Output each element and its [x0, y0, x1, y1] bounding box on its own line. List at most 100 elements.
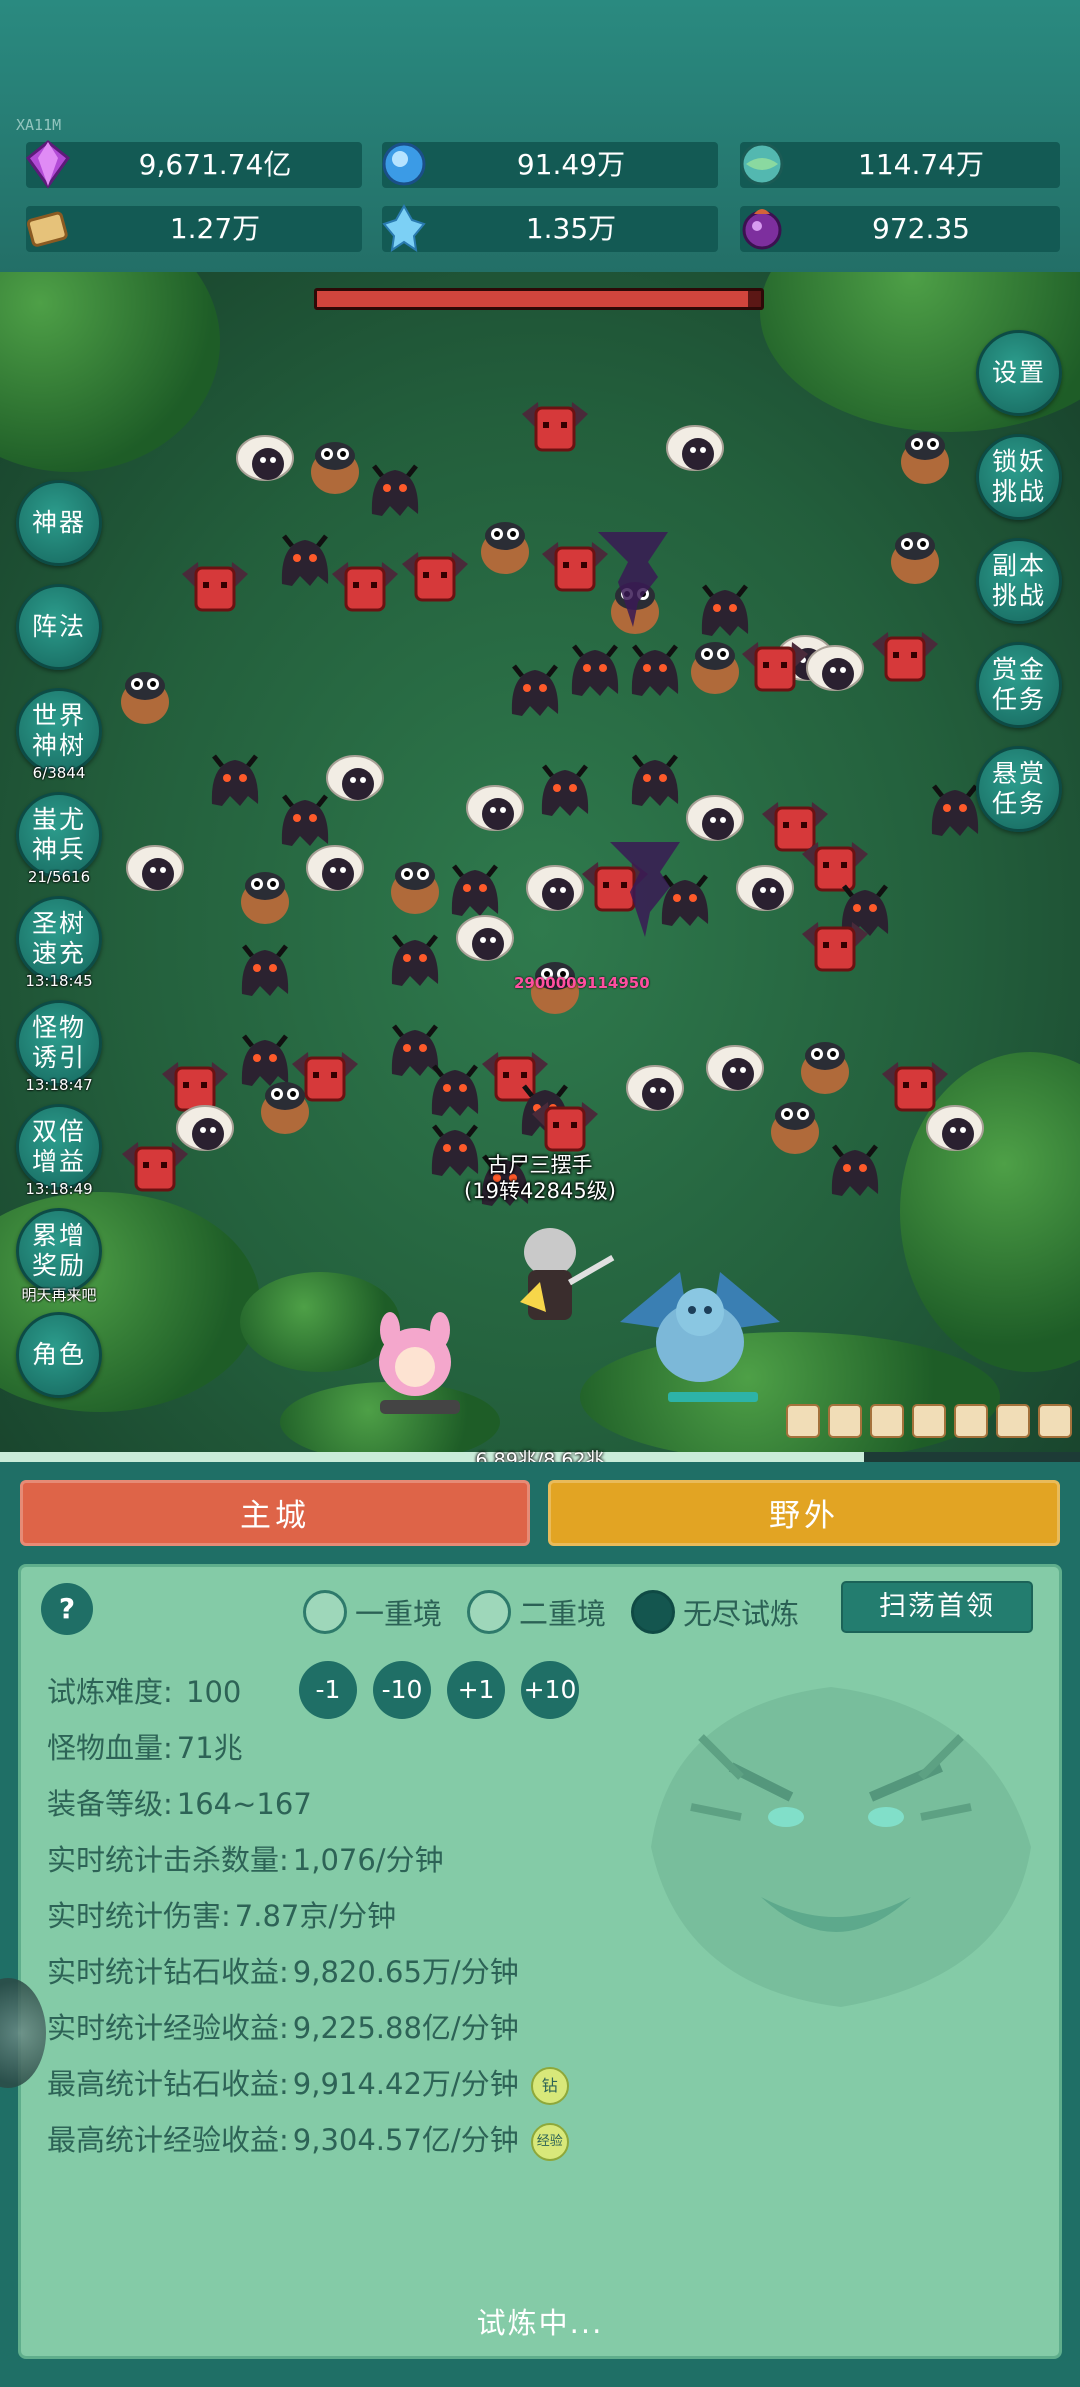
trial-status: 试炼中...: [476, 2306, 604, 2340]
left-button-0[interactable]: 神器: [16, 480, 102, 566]
skill-icon[interactable]: [828, 1404, 862, 1438]
resource-value: 91.49万: [516, 148, 626, 181]
dark-horned-ghost-monster: [211, 754, 259, 806]
dark-vortex-effect: [610, 842, 680, 937]
mode-radio-2[interactable]: 二重境: [467, 1589, 606, 1635]
button-label: 设置: [991, 358, 1046, 387]
blue-gem-icon: [382, 142, 426, 186]
character-name: 古尸三摆手 (19转42845级): [420, 1152, 660, 1204]
tiger-watermark-image: [651, 1687, 1031, 2007]
stat-value: 9,820.65万/分钟: [292, 1955, 519, 1989]
difficulty-label: 试炼难度:: [47, 1675, 173, 1709]
red-cube-bat-monster: [332, 562, 398, 612]
stat-value: 1,076/分钟: [292, 1843, 444, 1877]
stat-label: 实时统计钻石收益:: [47, 1955, 289, 1989]
stat-row: 怪物血量: 71兆: [47, 1725, 243, 1767]
left-button-8[interactable]: 角色: [16, 1312, 102, 1398]
white-sheep-monster: [626, 1065, 684, 1111]
white-sheep-monster: [176, 1105, 234, 1151]
stat-row: 最高统计经验收益: 9,304.57亿/分钟 经验: [47, 2117, 569, 2161]
dark-horned-ghost-monster: [391, 934, 439, 986]
scroll-icon: [26, 211, 68, 247]
mode-radio-3[interactable]: 无尽试炼: [631, 1589, 799, 1635]
stat-label: 最高统计钻石收益:: [47, 2067, 289, 2101]
button-subtext: 13:18:45: [25, 972, 93, 990]
right-button-3[interactable]: 赏金任务: [976, 642, 1062, 728]
lower-panel: 主城 野外 ? 一重境 二重境 无尽试炼 扫荡首领 试炼难度: 100 -1 -…: [0, 1462, 1080, 2387]
dark-horned-ghost-monster: [831, 1144, 879, 1196]
right-button-4[interactable]: 悬赏任务: [976, 746, 1062, 832]
white-sheep-monster: [666, 425, 724, 471]
diamond-badge-icon: 钻: [530, 2067, 569, 2105]
button-label: 锁妖挑战: [991, 447, 1046, 506]
left-button-5[interactable]: 怪物诱引: [16, 1000, 102, 1086]
button-label: 悬赏任务: [991, 759, 1046, 818]
hero-character[interactable]: [480, 1212, 620, 1332]
trial-panel: ? 一重境 二重境 无尽试炼 扫荡首领 试炼难度: 100 -1 -10 +1 …: [18, 1564, 1062, 2359]
penguin-bird-monster: [121, 672, 169, 724]
left-button-4[interactable]: 圣树速充: [16, 896, 102, 982]
stat-row: 实时统计钻石收益: 9,820.65万/分钟: [47, 1949, 519, 1991]
skill-icon[interactable]: [870, 1404, 904, 1438]
dark-horned-ghost-monster: [371, 464, 419, 516]
stat-value: 7.87京/分钟: [234, 1899, 397, 1933]
tab-wild[interactable]: 野外: [548, 1480, 1060, 1546]
stat-label: 怪物血量:: [47, 1731, 173, 1765]
skill-icon[interactable]: [954, 1404, 988, 1438]
difficulty-minus-10-button[interactable]: -10: [373, 1661, 431, 1719]
tab-main-city[interactable]: 主城: [20, 1480, 530, 1546]
stat-row: 最高统计钻石收益: 9,914.42万/分钟钻: [47, 2061, 569, 2105]
skill-icon[interactable]: [996, 1404, 1030, 1438]
resource-value: 1.35万: [525, 212, 617, 245]
resource-scroll: 1.27万: [26, 206, 362, 252]
stat-value: 9,225.88亿/分钟: [292, 2011, 519, 2045]
white-sheep-monster: [686, 795, 744, 841]
difficulty-plus-10-button[interactable]: +10: [521, 1661, 579, 1719]
help-button[interactable]: ?: [41, 1583, 93, 1635]
mode-radio-1[interactable]: 一重境: [303, 1589, 442, 1635]
red-cube-bat-monster: [802, 922, 868, 972]
left-button-3[interactable]: 蚩尤神兵: [16, 792, 102, 878]
button-label: 累增奖励: [31, 1221, 86, 1280]
stat-row: 实时统计经验收益: 9,225.88亿/分钟: [47, 2005, 519, 2047]
difficulty-plus-1-button[interactable]: +1: [447, 1661, 505, 1719]
white-sheep-monster: [806, 645, 864, 691]
blue-dragon-pet: [620, 1272, 780, 1382]
stat-value: 9,914.42万/分钟: [292, 2067, 519, 2101]
skill-icon[interactable]: [786, 1404, 820, 1438]
white-sheep-monster: [126, 845, 184, 891]
skill-bar: [786, 1404, 1072, 1438]
button-label: 怪物诱引: [31, 1013, 86, 1072]
battlefield[interactable]: 2900009114950 古尸三摆手 (19转42845级) 神器 阵法 世界神树…: [0, 272, 1080, 1462]
left-button-2[interactable]: 世界神树: [16, 688, 102, 774]
dark-horned-ghost-monster: [541, 764, 589, 816]
dark-horned-ghost-monster: [241, 944, 289, 996]
stat-label: 最高统计经验收益:: [47, 2123, 289, 2157]
button-label: 圣树速充: [31, 909, 86, 968]
difficulty-row: 试炼难度: 100: [47, 1669, 241, 1711]
sweep-boss-button[interactable]: 扫荡首领: [841, 1581, 1033, 1633]
left-button-6[interactable]: 双倍增益: [16, 1104, 102, 1190]
resource-value: 972.35: [872, 212, 970, 245]
difficulty-minus-1-button[interactable]: -1: [299, 1661, 357, 1719]
skill-icon[interactable]: [1038, 1404, 1072, 1438]
resource-globe: 114.74万: [740, 142, 1060, 188]
right-button-1[interactable]: 锁妖挑战: [976, 434, 1062, 520]
button-subtext: 13:18:49: [25, 1180, 93, 1198]
left-button-1[interactable]: 阵法: [16, 584, 102, 670]
purple-orb-icon: [742, 209, 782, 250]
skill-icon[interactable]: [912, 1404, 946, 1438]
stat-value: 9,304.57亿/分钟: [292, 2123, 519, 2157]
pink-pet-character: [379, 1312, 460, 1414]
white-sheep-monster: [456, 915, 514, 961]
red-cube-bat-monster: [402, 552, 468, 602]
button-subtext: 21/5616: [27, 868, 91, 886]
button-subtext: 13:18:47: [25, 1076, 93, 1094]
right-button-0[interactable]: 设置: [976, 330, 1062, 416]
stat-row: 装备等级: 164~167: [47, 1781, 312, 1823]
left-button-7[interactable]: 累增奖励: [16, 1208, 102, 1294]
button-label: 蚩尤神兵: [31, 805, 86, 864]
stat-label: 装备等级:: [47, 1787, 173, 1821]
resource-diamond: 9,671.74亿: [25, 140, 362, 189]
right-button-2[interactable]: 副本挑战: [976, 538, 1062, 624]
